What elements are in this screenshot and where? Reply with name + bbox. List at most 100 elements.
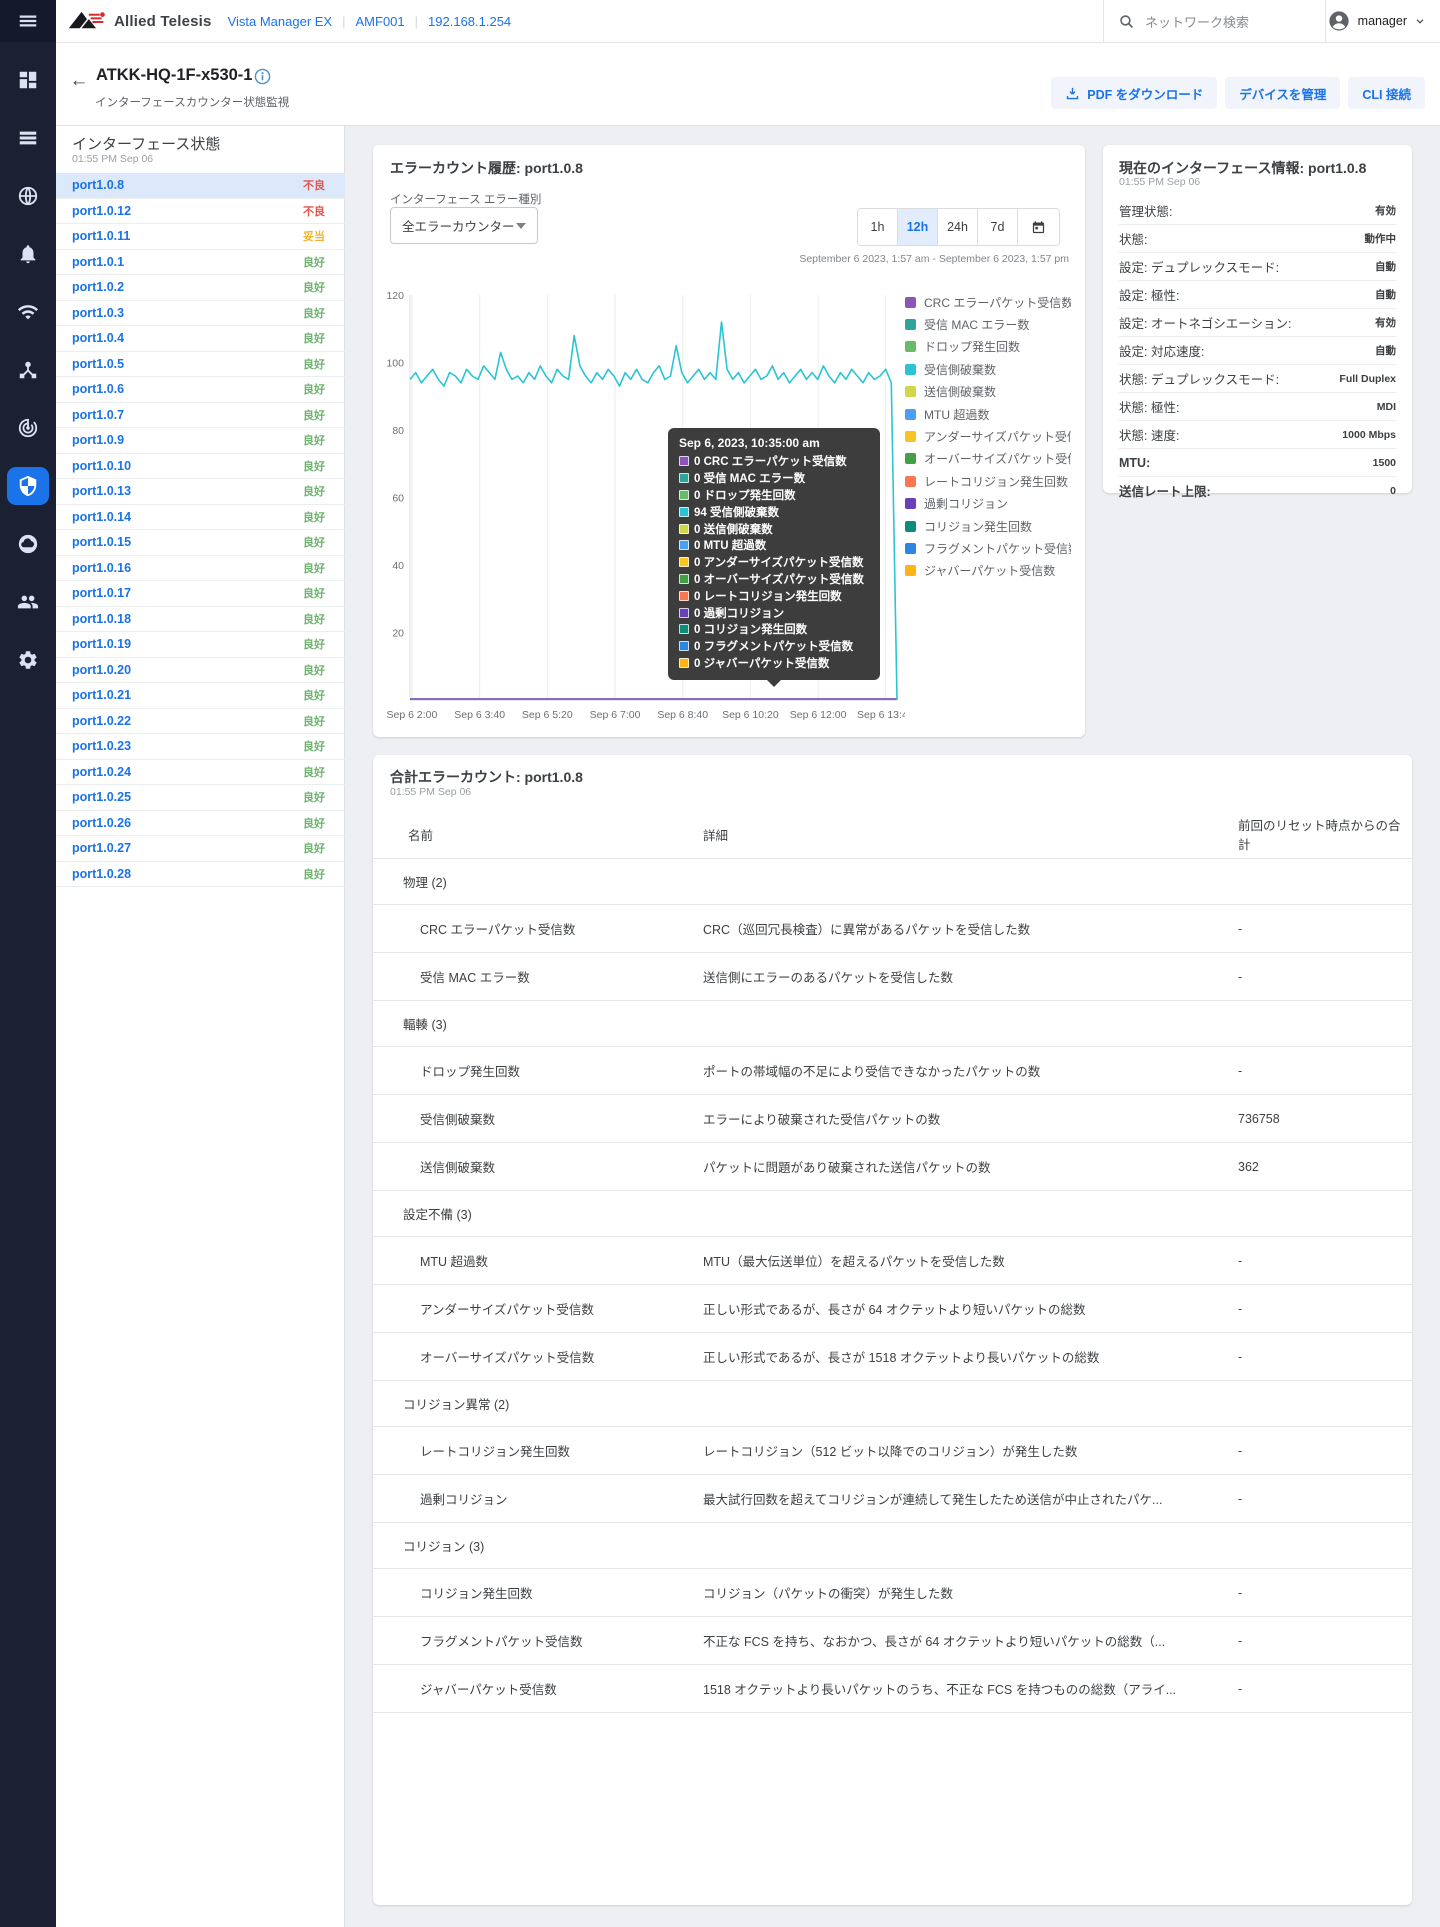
legend-item[interactable]: コリジョン発生回数: [905, 515, 1071, 537]
port-row[interactable]: port1.0.20 良好: [56, 658, 345, 683]
port-link[interactable]: port1.0.19: [72, 637, 131, 651]
port-row[interactable]: port1.0.18 良好: [56, 607, 345, 632]
settings-nav[interactable]: [0, 640, 56, 680]
port-link[interactable]: port1.0.27: [72, 841, 131, 855]
legend-item[interactable]: 過剰コリジョン: [905, 493, 1071, 515]
port-link[interactable]: port1.0.24: [72, 765, 131, 779]
port-link[interactable]: port1.0.28: [72, 867, 131, 881]
legend-item[interactable]: レートコリジョン発生回数: [905, 470, 1071, 492]
wireless-nav[interactable]: [0, 292, 56, 332]
port-link[interactable]: port1.0.21: [72, 688, 131, 702]
port-link[interactable]: port1.0.13: [72, 484, 131, 498]
port-link[interactable]: port1.0.7: [72, 408, 124, 422]
legend-item[interactable]: 受信 MAC エラー数: [905, 313, 1071, 335]
dashboard-nav[interactable]: [0, 60, 56, 100]
port-row[interactable]: port1.0.23 良好: [56, 734, 345, 760]
port-row[interactable]: port1.0.11 妥当: [56, 224, 345, 250]
port-row[interactable]: port1.0.26 良好: [56, 811, 345, 836]
port-link[interactable]: port1.0.18: [72, 612, 131, 626]
port-row[interactable]: port1.0.28 良好: [56, 862, 345, 887]
manage-device-button[interactable]: デバイスを管理: [1225, 77, 1341, 109]
range-1h-button[interactable]: 1h: [858, 209, 897, 245]
range-12h-button[interactable]: 12h: [897, 209, 937, 245]
error-type-select-value: 全エラーカウンター: [402, 220, 515, 234]
monitoring-nav[interactable]: [0, 408, 56, 448]
download-pdf-button[interactable]: PDF をダウンロード: [1051, 77, 1218, 109]
port-link[interactable]: port1.0.6: [72, 382, 124, 396]
port-link[interactable]: port1.0.3: [72, 306, 124, 320]
port-link[interactable]: port1.0.9: [72, 433, 124, 447]
notifications-nav[interactable]: [0, 234, 56, 274]
port-link[interactable]: port1.0.26: [72, 816, 131, 830]
cli-connect-button[interactable]: CLI 接続: [1348, 77, 1425, 109]
legend-item[interactable]: オーバーサイズパケット受信数: [905, 448, 1071, 470]
menu-nav[interactable]: [0, 0, 56, 42]
port-link[interactable]: port1.0.1: [72, 255, 124, 269]
back-button[interactable]: ←: [66, 70, 92, 92]
port-link[interactable]: port1.0.17: [72, 586, 131, 600]
port-link[interactable]: port1.0.23: [72, 739, 131, 753]
asset-list-nav[interactable]: [0, 118, 56, 158]
network-search[interactable]: ネットワーク検索: [1103, 0, 1326, 42]
port-link[interactable]: port1.0.14: [72, 510, 131, 524]
topology-nav[interactable]: [0, 350, 56, 390]
nav-link[interactable]: AMF001: [356, 14, 405, 29]
legend-item[interactable]: ジャバーパケット受信数: [905, 560, 1071, 582]
port-row[interactable]: port1.0.9 良好: [56, 428, 345, 454]
port-link[interactable]: port1.0.15: [72, 535, 131, 549]
port-row[interactable]: port1.0.3 良好: [56, 301, 345, 326]
port-row[interactable]: port1.0.22 良好: [56, 709, 345, 734]
range-7d-button[interactable]: 7d: [977, 209, 1017, 245]
port-row[interactable]: port1.0.6 良好: [56, 377, 345, 403]
port-link[interactable]: port1.0.16: [72, 561, 131, 575]
port-row[interactable]: port1.0.13 良好: [56, 479, 345, 505]
legend-item[interactable]: アンダーサイズパケット受信数: [905, 425, 1071, 447]
port-link[interactable]: port1.0.2: [72, 280, 124, 294]
calendar-button[interactable]: [1017, 209, 1059, 245]
port-row[interactable]: port1.0.2 良好: [56, 275, 345, 301]
health-shield-nav[interactable]: [0, 466, 56, 506]
legend-item[interactable]: フラグメントパケット受信数: [905, 537, 1071, 559]
port-link[interactable]: port1.0.11: [72, 229, 130, 243]
port-row[interactable]: port1.0.15 良好: [56, 530, 345, 556]
port-row[interactable]: port1.0.21 良好: [56, 683, 345, 709]
user-menu[interactable]: manager: [1328, 0, 1440, 42]
port-row[interactable]: port1.0.4 良好: [56, 326, 345, 352]
port-row[interactable]: port1.0.8 不良: [56, 173, 345, 199]
legend-item[interactable]: 送信側破棄数: [905, 381, 1071, 403]
port-link[interactable]: port1.0.8: [72, 178, 124, 192]
info-icon[interactable]: [254, 68, 271, 85]
port-row[interactable]: port1.0.12 不良: [56, 199, 345, 224]
nav-link[interactable]: 192.168.1.254: [428, 14, 511, 29]
port-row[interactable]: port1.0.27 良好: [56, 836, 345, 862]
network-globe-nav[interactable]: [0, 176, 56, 216]
port-row[interactable]: port1.0.10 良好: [56, 454, 345, 479]
legend-item[interactable]: 受信側破棄数: [905, 358, 1071, 380]
port-link[interactable]: port1.0.10: [72, 459, 131, 473]
users-nav[interactable]: [0, 582, 56, 622]
cloud-nav[interactable]: [0, 524, 56, 564]
error-type-select[interactable]: 全エラーカウンター: [390, 207, 538, 244]
port-row[interactable]: port1.0.14 良好: [56, 505, 345, 530]
port-row[interactable]: port1.0.25 良好: [56, 785, 345, 811]
nav-link[interactable]: Vista Manager EX: [228, 14, 333, 29]
svg-text:120: 120: [386, 290, 404, 302]
legend-item[interactable]: MTU 超過数: [905, 403, 1071, 425]
port-row[interactable]: port1.0.17 良好: [56, 581, 345, 607]
port-link[interactable]: port1.0.4: [72, 331, 124, 345]
port-link[interactable]: port1.0.20: [72, 663, 131, 677]
port-link[interactable]: port1.0.22: [72, 714, 131, 728]
port-link[interactable]: port1.0.25: [72, 790, 131, 804]
legend-item[interactable]: CRC エラーパケット受信数: [905, 291, 1071, 313]
port-row[interactable]: port1.0.19 良好: [56, 632, 345, 658]
range-24h-button[interactable]: 24h: [937, 209, 977, 245]
port-row[interactable]: port1.0.1 良好: [56, 250, 345, 275]
port-link[interactable]: port1.0.5: [72, 357, 124, 371]
port-row[interactable]: port1.0.16 良好: [56, 556, 345, 581]
legend-item[interactable]: ドロップ発生回数: [905, 336, 1071, 358]
table-group-header: 輻輳 (3): [373, 1001, 1412, 1047]
port-link[interactable]: port1.0.12: [72, 204, 131, 218]
port-row[interactable]: port1.0.7 良好: [56, 403, 345, 428]
port-row[interactable]: port1.0.5 良好: [56, 352, 345, 377]
port-row[interactable]: port1.0.24 良好: [56, 760, 345, 785]
